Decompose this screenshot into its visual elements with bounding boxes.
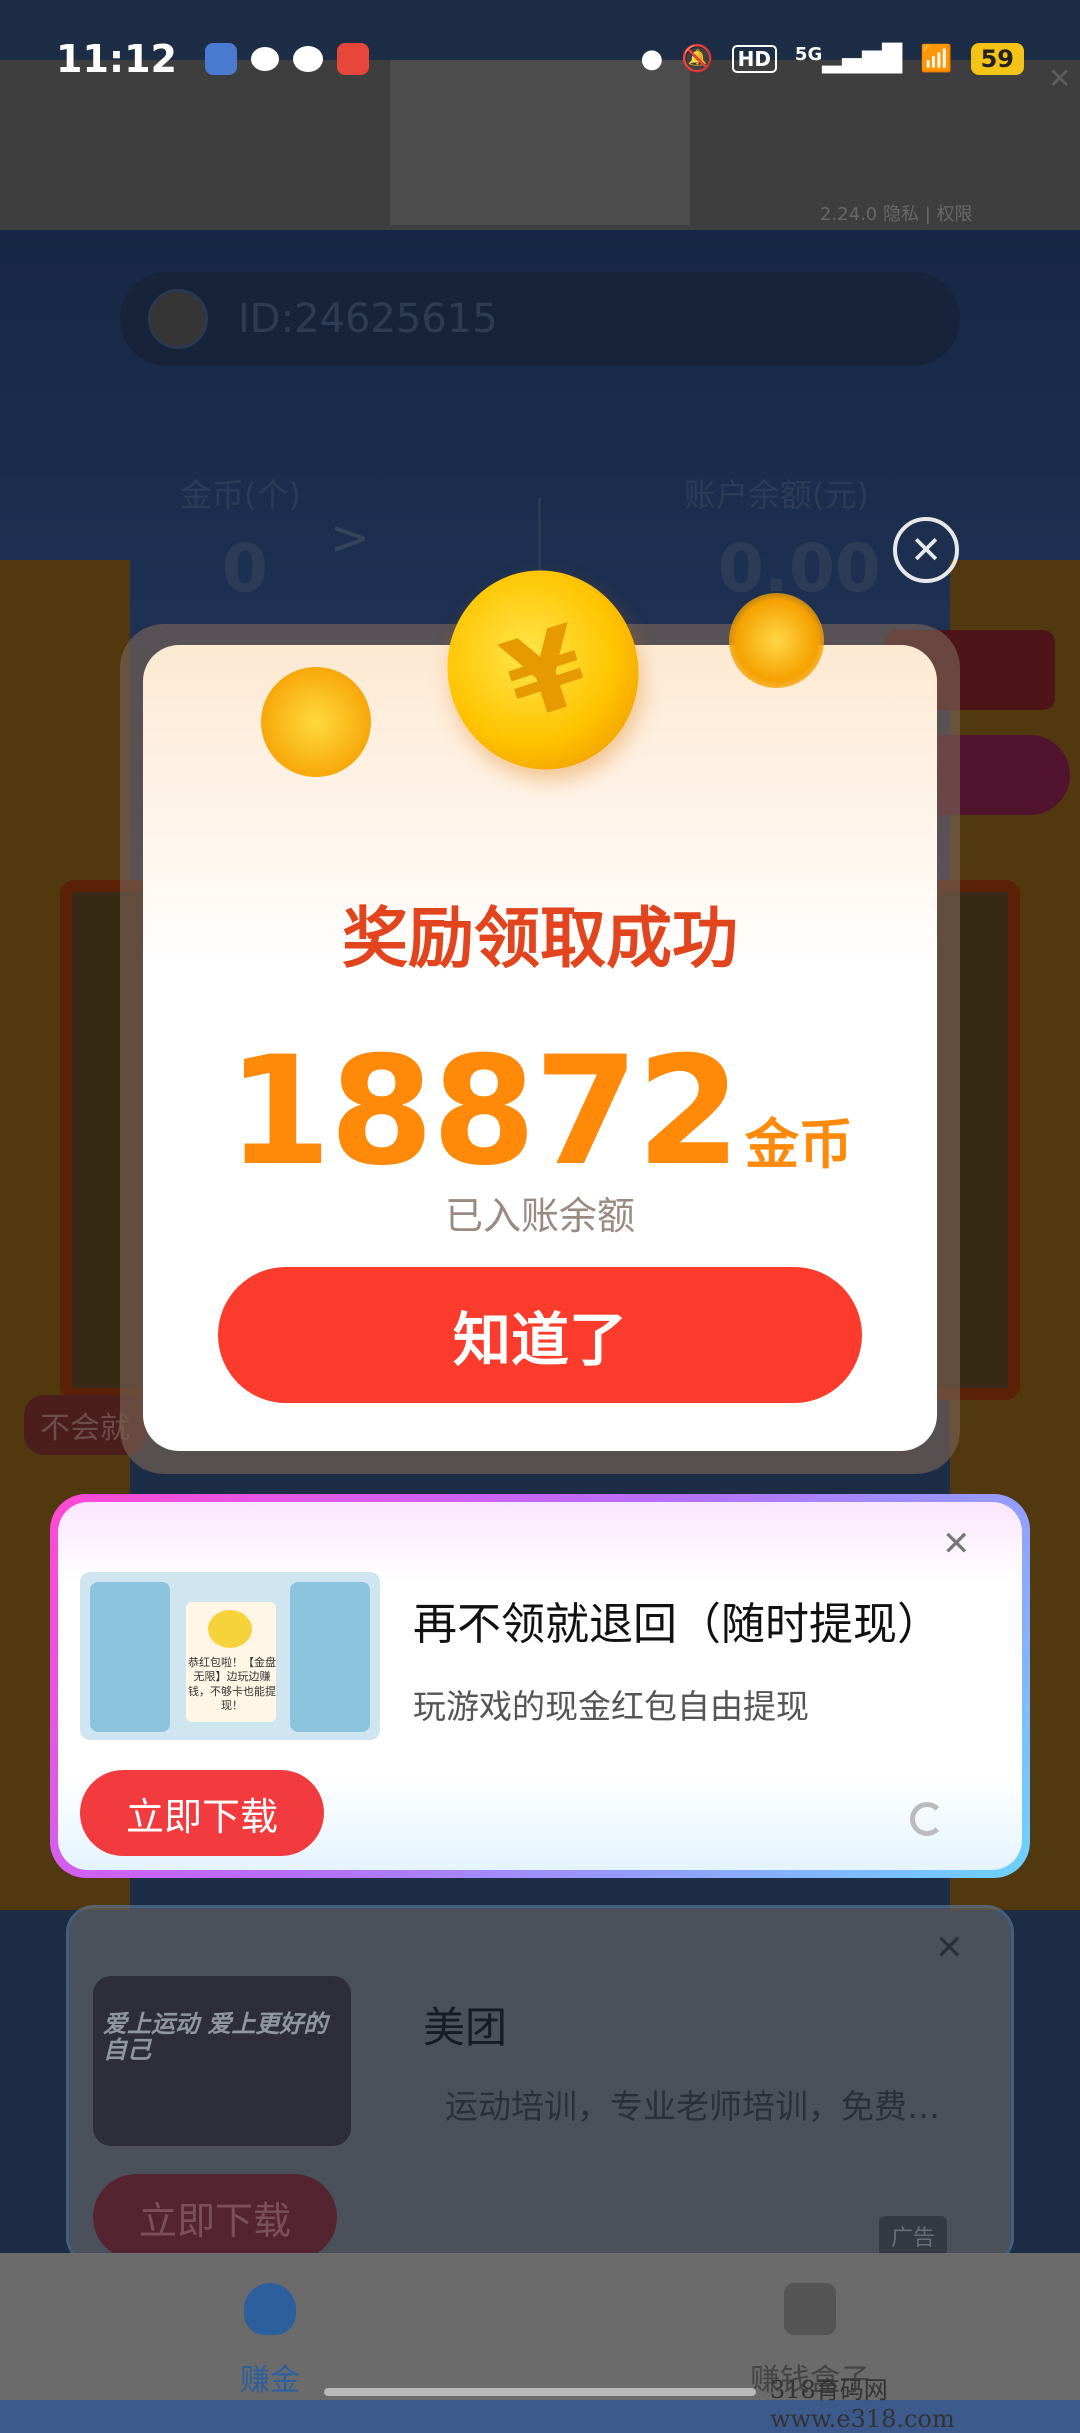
reward-modal: ¥ 奖励领取成功 18872 金币 已入账余额 知道了 bbox=[143, 545, 937, 1451]
ad-tag: 广告 bbox=[879, 2216, 948, 2256]
hd-icon: HD bbox=[731, 45, 777, 73]
ad-primary-thumbnail: 恭红包啦！【金盘无限】边玩边赚钱，不够卡也能提现！ bbox=[80, 1572, 380, 1740]
ad-network-logo-icon bbox=[910, 1802, 944, 1836]
watermark: 318育码网 www.e318.com bbox=[770, 2376, 955, 2433]
thumb-game-panel-left bbox=[90, 1582, 170, 1732]
ad-card-secondary[interactable]: 爱上运动 爱上更好的自己 美团 运动培训，专业老师培训，免费… 立即下载 ✕ 广… bbox=[66, 1905, 1014, 2265]
reward-amount-row: 18872 金币 bbox=[143, 1025, 937, 1199]
ad-secondary-description: 运动培训，专业老师培训，免费… bbox=[445, 2087, 940, 2126]
ad-secondary-thumb-text: 爱上运动 爱上更好的自己 bbox=[103, 2010, 328, 2065]
mute-bell-icon: 🔕 bbox=[681, 44, 714, 74]
ad-secondary-title: 美团 bbox=[423, 2003, 508, 2052]
ad-secondary-close-icon[interactable]: ✕ bbox=[935, 1928, 964, 1968]
close-icon: ✕ bbox=[910, 528, 942, 572]
modal-close-button[interactable]: ✕ bbox=[893, 517, 959, 583]
location-icon: ● bbox=[640, 44, 664, 74]
reward-unit: 金币 bbox=[744, 1113, 853, 1176]
duck-icon bbox=[208, 1610, 252, 1648]
reward-amount: 18872 bbox=[227, 1025, 741, 1199]
ad-secondary-thumbnail: 爱上运动 爱上更好的自己 bbox=[93, 1976, 351, 2146]
network-signal-icon: 5G▂▄▆█ bbox=[794, 44, 903, 74]
status-time: 11:12 bbox=[56, 37, 177, 81]
wechat-icon bbox=[250, 47, 279, 71]
ad-primary-close-icon[interactable]: ✕ bbox=[942, 1524, 971, 1564]
status-icons: ● 🔕 HD 5G▂▄▆█ 📶 59 bbox=[641, 43, 1024, 75]
modal-title: 奖励领取成功 bbox=[342, 900, 738, 977]
coin-icon-left bbox=[240, 646, 392, 798]
ad-primary-thumb-text: 恭红包啦！【金盘无限】边玩边赚钱，不够卡也能提现！ bbox=[188, 1656, 276, 1712]
ad-secondary-download-button[interactable]: 立即下载 bbox=[93, 2174, 337, 2260]
thumb-game-panel-right bbox=[290, 1582, 370, 1732]
confirm-button[interactable]: 知道了 bbox=[218, 1267, 862, 1403]
app-badge-icon bbox=[336, 43, 369, 75]
wifi-icon: 📶 bbox=[920, 44, 953, 74]
app-notification-icon bbox=[204, 43, 237, 75]
message-icon bbox=[292, 46, 323, 72]
box-icon bbox=[784, 2283, 836, 2335]
status-bar: 11:12 ● 🔕 HD 5G▂▄▆█ 📶 59 bbox=[0, 0, 1080, 118]
ad-primary-download-button[interactable]: 立即下载 bbox=[80, 1770, 324, 1856]
ad-card-primary[interactable]: 恭红包啦！【金盘无限】边玩边赚钱，不够卡也能提现！ 再不领就退回（随时提现） 玩… bbox=[58, 1502, 1022, 1870]
network-type: 5G bbox=[794, 44, 823, 65]
home-indicator[interactable] bbox=[324, 2388, 756, 2396]
battery-icon: 59 bbox=[970, 43, 1024, 75]
coin-icon-right bbox=[729, 593, 824, 688]
nav-item-earn[interactable]: 赚金 bbox=[170, 2283, 370, 2399]
ad-primary-description: 玩游戏的现金红包自由提现 bbox=[413, 1687, 809, 1726]
coin-bag-icon bbox=[244, 2283, 296, 2335]
reward-note: 已入账余额 bbox=[444, 1194, 635, 1238]
ad-primary-title: 再不领就退回（随时提现） bbox=[413, 1599, 941, 1650]
